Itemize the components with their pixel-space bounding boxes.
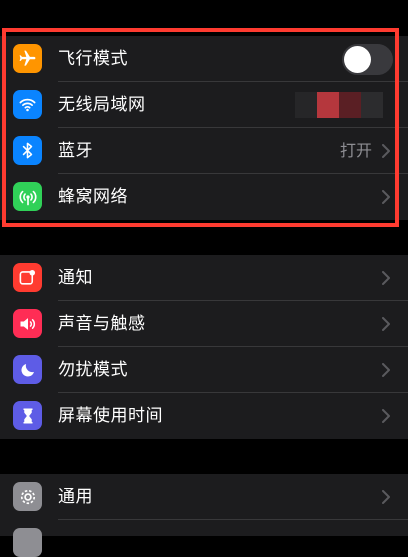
- settings-group-notifications: 通知 声音与触感 勿扰模式 屏幕使用时间: [0, 255, 408, 439]
- screen-time-row[interactable]: 屏幕使用时间: [0, 393, 408, 439]
- chevron-right-icon: [382, 317, 390, 331]
- do-not-disturb-row[interactable]: 勿扰模式: [0, 347, 408, 393]
- toggle-knob: [344, 46, 371, 73]
- airplane-mode-label: 飞行模式: [58, 49, 128, 69]
- bluetooth-icon: [13, 136, 42, 165]
- notifications-icon: [13, 263, 42, 292]
- screen-time-label: 屏幕使用时间: [58, 406, 163, 426]
- hourglass-icon: [13, 401, 42, 430]
- chevron-right-icon: [382, 490, 390, 504]
- settings-group-general: 通用: [0, 474, 408, 557]
- cellular-antenna-icon: [13, 182, 42, 211]
- chevron-right-icon: [382, 190, 390, 204]
- gear-icon: [13, 482, 42, 511]
- wifi-row[interactable]: 无线局域网: [0, 82, 408, 128]
- chevron-right-icon: [382, 144, 390, 158]
- sounds-label: 声音与触感: [58, 314, 146, 334]
- chevron-right-icon: [382, 363, 390, 377]
- moon-icon: [13, 355, 42, 384]
- wifi-label: 无线局域网: [58, 95, 146, 115]
- row-separator: [58, 519, 408, 520]
- control-center-icon: [13, 528, 42, 557]
- wifi-network-name-redacted: [295, 92, 383, 118]
- sounds-row[interactable]: 声音与触感: [0, 301, 408, 347]
- bluetooth-row[interactable]: 蓝牙 打开: [0, 128, 408, 174]
- general-row[interactable]: 通用: [0, 474, 408, 520]
- airplane-mode-row[interactable]: 飞行模式: [0, 36, 408, 82]
- wifi-icon: [13, 90, 42, 119]
- speaker-icon: [13, 309, 42, 338]
- bluetooth-label: 蓝牙: [58, 141, 93, 161]
- notifications-label: 通知: [58, 268, 93, 288]
- bluetooth-status-value: 打开: [339, 141, 372, 160]
- cellular-label: 蜂窝网络: [58, 187, 128, 207]
- do-not-disturb-label: 勿扰模式: [58, 360, 128, 380]
- settings-group-connectivity: 飞行模式 无线局域网 蓝牙 打开 蜂窝网络: [0, 36, 408, 220]
- general-label: 通用: [58, 487, 93, 507]
- notifications-row[interactable]: 通知: [0, 255, 408, 301]
- chevron-right-icon: [382, 409, 390, 423]
- airplane-icon: [13, 44, 42, 73]
- chevron-right-icon: [382, 271, 390, 285]
- airplane-mode-toggle[interactable]: [342, 44, 393, 75]
- cellular-row[interactable]: 蜂窝网络: [0, 174, 408, 220]
